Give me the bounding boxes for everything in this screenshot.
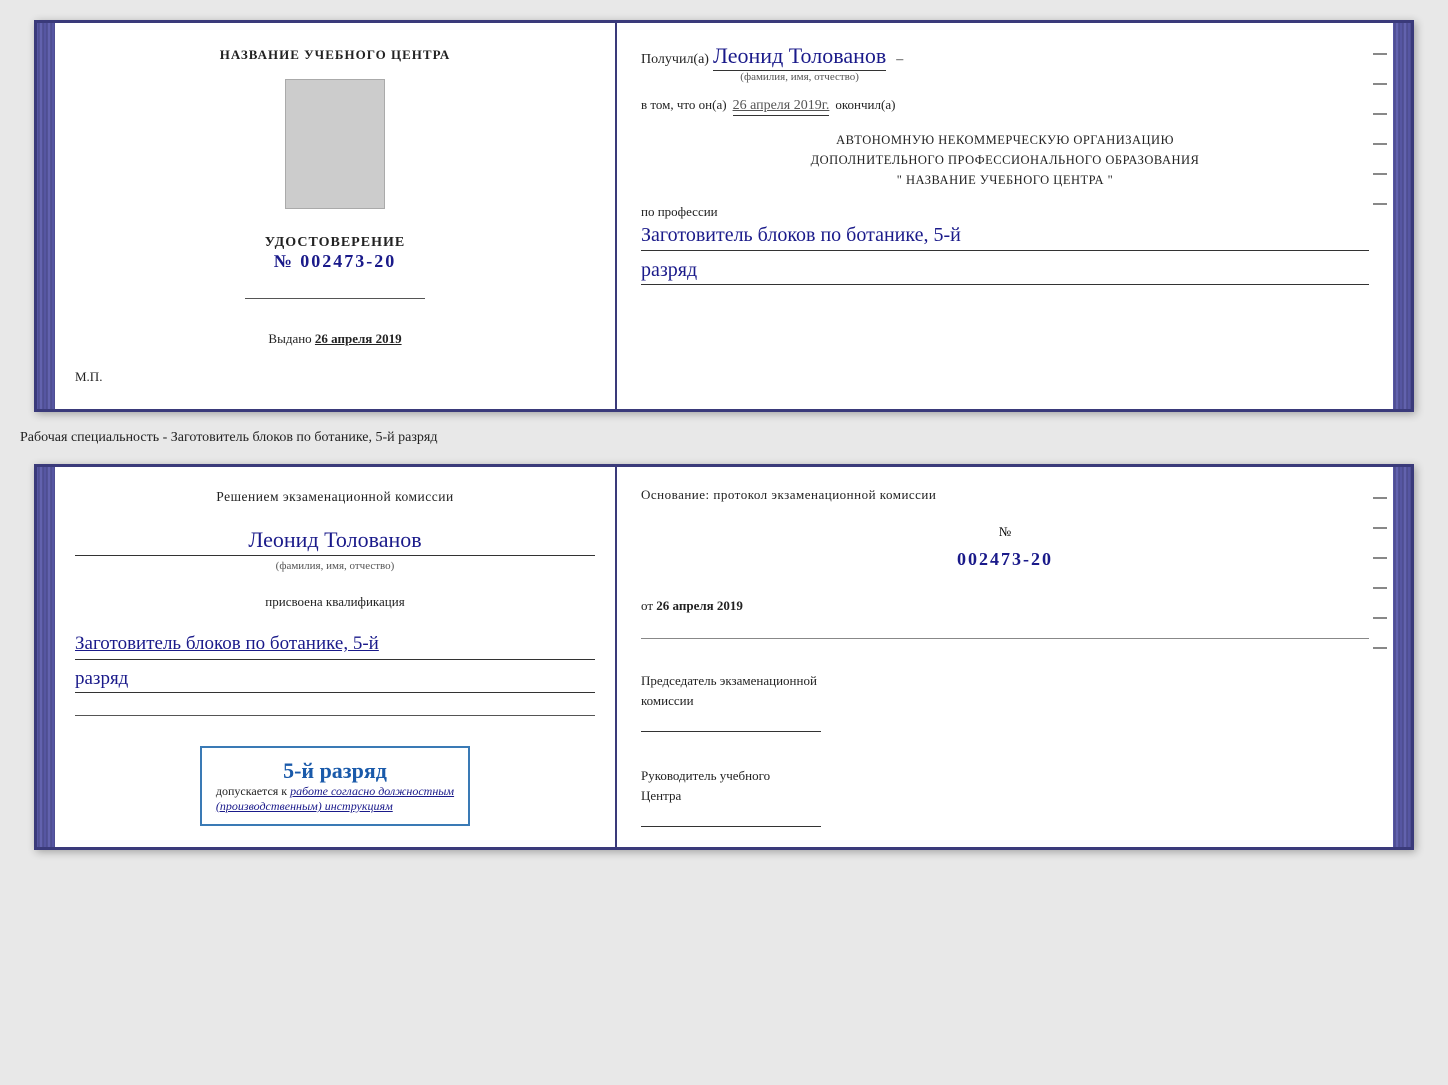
dopuskaetsya-text: допускается к работе согласно должностны… — [216, 784, 454, 814]
mp-label: М.П. — [75, 369, 102, 385]
bottom-recipient-name: Леонид Толованов — [75, 527, 595, 556]
doc-spine-right — [1393, 23, 1411, 409]
bottom-doc-spine-left — [37, 467, 55, 847]
bottom-doc-left-panel: Решением экзаменационной комиссии Леонид… — [55, 467, 617, 847]
photo-placeholder — [285, 79, 385, 209]
vtom-line: в том, что он(а) 26 апреля 2019г. окончи… — [641, 97, 1369, 116]
autonomnaya-block: АВТОНОМНУЮ НЕКОММЕРЧЕСКУЮ ОРГАНИЗАЦИЮ ДО… — [641, 130, 1369, 190]
top-doc-center-title: НАЗВАНИЕ УЧЕБНОГО ЦЕНТРА — [220, 47, 451, 63]
rukovoditel-block: Руководитель учебного Центра — [641, 766, 1369, 827]
top-document-card: НАЗВАНИЕ УЧЕБНОГО ЦЕНТРА УДОСТОВЕРЕНИЕ №… — [34, 20, 1414, 412]
razryad-text: разряд — [641, 259, 1369, 285]
bottom-razryad: разряд — [75, 668, 595, 693]
stamp-text: 5-й разряд — [216, 758, 454, 784]
po-professii-block: по профессии Заготовитель блоков по бота… — [641, 204, 1369, 285]
bottom-right-edge-marks — [1373, 497, 1387, 649]
recipient-name-block: Леонид Толованов (фамилия, имя, отчество… — [713, 43, 886, 83]
specialty-label: Рабочая специальность - Заготовитель бло… — [20, 430, 1400, 446]
profession-text: Заготовитель блоков по ботанике, 5-й — [641, 222, 1369, 251]
predsedatel-signature-line — [641, 714, 821, 732]
osnovanie-block: Основание: протокол экзаменационной коми… — [641, 487, 1369, 503]
rukovoditel-signature-line — [641, 809, 821, 827]
vtom-date: 26 апреля 2019г. — [733, 98, 830, 116]
bottom-profession: Заготовитель блоков по ботанике, 5-й — [75, 632, 595, 660]
vydano-line: Выдано 26 апреля 2019 — [268, 331, 401, 347]
doc-spine-left — [37, 23, 55, 409]
prisvoena-text: присвоена квалификация — [265, 594, 404, 610]
bottom-fio-subtitle: (фамилия, имя, отчество) — [75, 560, 595, 572]
bottom-doc-spine-right — [1393, 467, 1411, 847]
recipient-name: Леонид Толованов — [713, 43, 886, 71]
predsedatel-block: Председатель экзаменационной комиссии — [641, 671, 1369, 732]
bottom-document-card: Решением экзаменационной комиссии Леонид… — [34, 464, 1414, 850]
udostoverenie-block: УДОСТОВЕРЕНИЕ № 002473-20 — [265, 235, 405, 272]
bottom-number: 002473-20 — [641, 549, 1369, 570]
stamp-box: 5-й разряд допускается к работе согласно… — [200, 746, 470, 826]
right-edge-marks — [1373, 53, 1387, 205]
poluchil-line: Получил(а) Леонид Толованов (фамилия, им… — [641, 43, 1369, 83]
ot-line: от 26 апреля 2019 — [641, 598, 1369, 614]
top-doc-right-panel: Получил(а) Леонид Толованов (фамилия, им… — [617, 23, 1393, 409]
udostoverenie-number: № 002473-20 — [265, 251, 405, 272]
udostoverenie-label: УДОСТОВЕРЕНИЕ — [265, 235, 405, 251]
resheniyem-text: Решением экзаменационной комиссии — [216, 487, 453, 507]
bottom-doc-right-panel: Основание: протокол экзаменационной коми… — [617, 467, 1393, 847]
bottom-number-block: № 002473-20 — [641, 523, 1369, 578]
bottom-name-block: Леонид Толованов (фамилия, имя, отчество… — [75, 523, 595, 572]
top-doc-left-panel: НАЗВАНИЕ УЧЕБНОГО ЦЕНТРА УДОСТОВЕРЕНИЕ №… — [55, 23, 617, 409]
fio-subtitle: (фамилия, имя, отчество) — [713, 71, 886, 83]
